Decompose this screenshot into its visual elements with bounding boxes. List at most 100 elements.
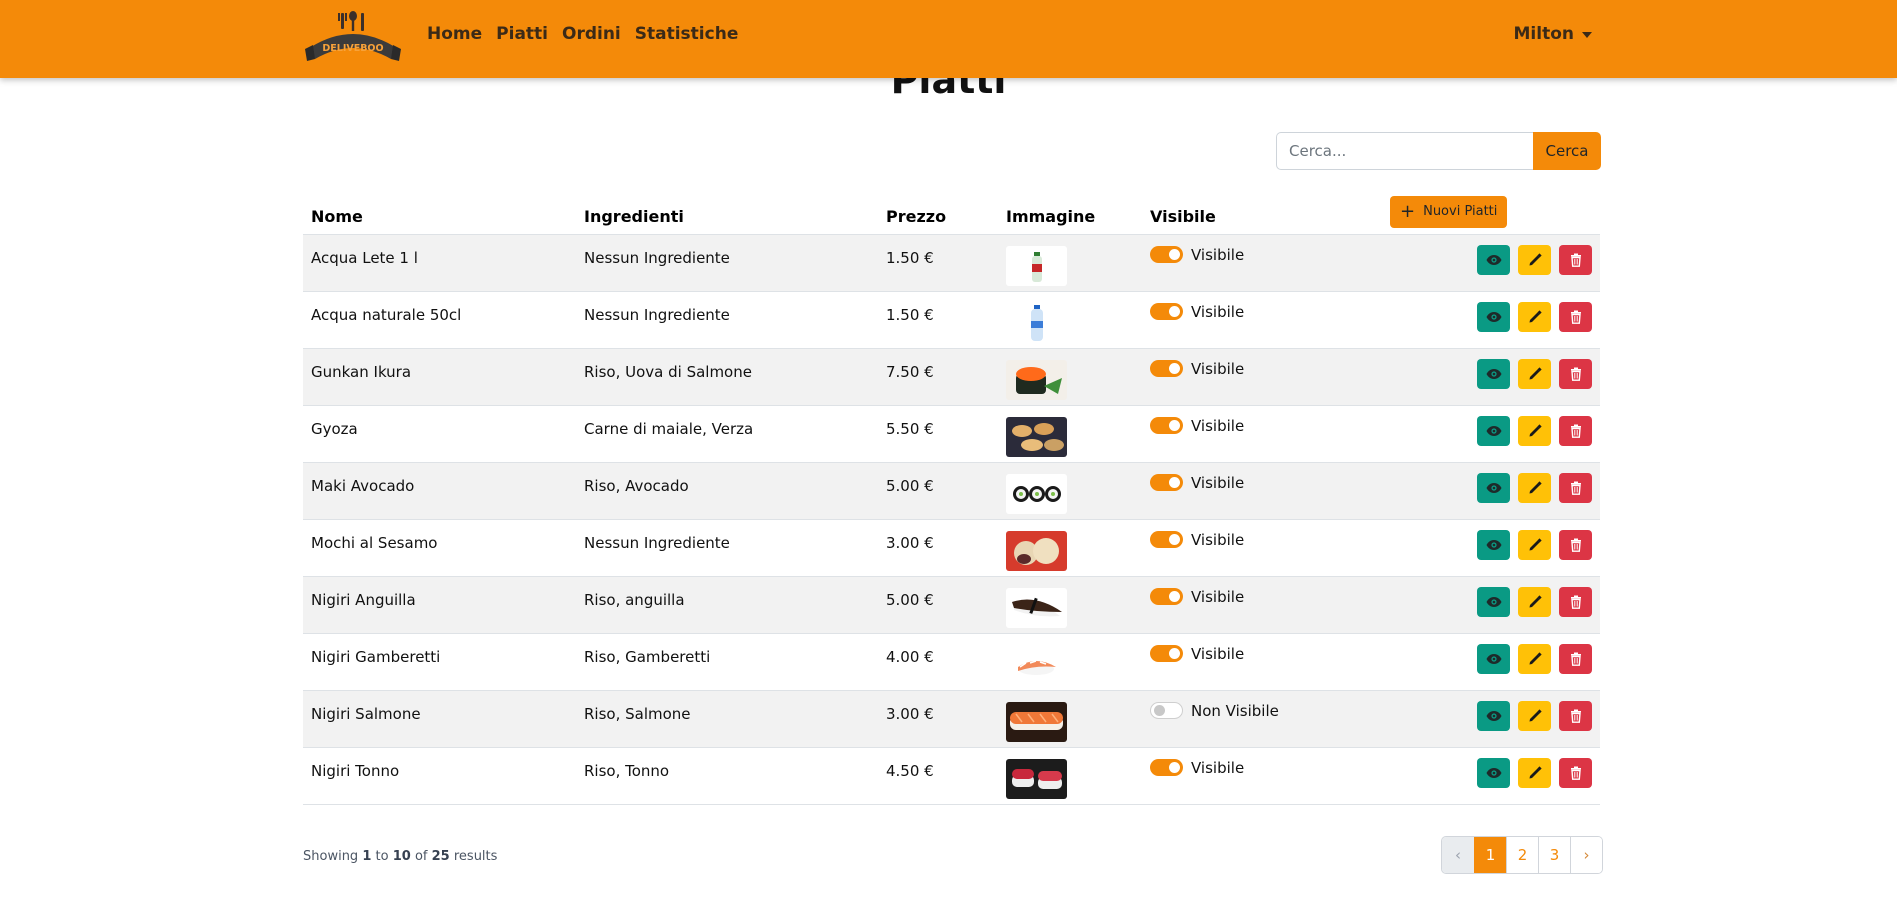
- visibility-switch[interactable]: [1150, 303, 1183, 320]
- visibility-switch[interactable]: [1150, 531, 1183, 548]
- trash-icon: [1570, 310, 1581, 324]
- delete-button[interactable]: [1559, 757, 1592, 788]
- visibility-switch[interactable]: [1150, 702, 1183, 719]
- results-summary: Showing 1 to 10 of 25 results: [303, 849, 497, 864]
- dish-ingredients: Carne di maiale, Verza: [576, 405, 878, 463]
- dish-actions: [1382, 291, 1600, 349]
- delete-button[interactable]: [1559, 415, 1592, 446]
- switch-knob: [1169, 762, 1180, 773]
- switch-knob: [1169, 306, 1180, 317]
- edit-button[interactable]: [1518, 301, 1551, 332]
- dish-image-cell: [998, 690, 1142, 748]
- view-button[interactable]: [1477, 301, 1510, 332]
- edit-button[interactable]: [1518, 415, 1551, 446]
- dish-ingredients: Riso, Avocado: [576, 462, 878, 520]
- nav-home[interactable]: Home: [427, 24, 482, 44]
- dish-visibility-cell: Visibile: [1142, 462, 1382, 520]
- dish-price: 3.00 €: [878, 690, 998, 748]
- dish-name: Nigiri Anguilla: [303, 576, 576, 634]
- eye-icon: [1486, 311, 1501, 322]
- dish-name: Gyoza: [303, 405, 576, 463]
- dish-visibility-cell: Non Visibile: [1142, 690, 1382, 748]
- view-button[interactable]: [1477, 244, 1510, 275]
- delete-button[interactable]: [1559, 643, 1592, 674]
- dish-image-cell: [998, 291, 1142, 349]
- visibility-switch[interactable]: [1150, 759, 1183, 776]
- view-button[interactable]: [1477, 586, 1510, 617]
- visibility-toggle-group: Visibile: [1150, 303, 1374, 321]
- view-button[interactable]: [1477, 700, 1510, 731]
- delete-button[interactable]: [1559, 301, 1592, 332]
- delete-button[interactable]: [1559, 529, 1592, 560]
- dish-thumbnail: [1006, 758, 1067, 799]
- visibility-switch[interactable]: [1150, 474, 1183, 491]
- view-button[interactable]: [1477, 358, 1510, 389]
- visibility-switch[interactable]: [1150, 246, 1183, 263]
- edit-button[interactable]: [1518, 586, 1551, 617]
- switch-knob: [1154, 705, 1165, 716]
- view-button[interactable]: [1477, 529, 1510, 560]
- delete-button[interactable]: [1559, 700, 1592, 731]
- pagination-next[interactable]: ›: [1570, 837, 1602, 873]
- edit-button[interactable]: [1518, 757, 1551, 788]
- dish-thumbnail: [1006, 644, 1067, 685]
- visibility-label: Visibile: [1191, 245, 1245, 264]
- dish-name: Acqua Lete 1 l: [303, 234, 576, 292]
- delete-button[interactable]: [1559, 586, 1592, 617]
- dish-name: Mochi al Sesamo: [303, 519, 576, 577]
- dish-thumbnail: [1006, 530, 1067, 571]
- pagination-page-1[interactable]: 1: [1474, 837, 1506, 873]
- pencil-icon: [1529, 537, 1542, 550]
- results-from: 1: [362, 849, 372, 864]
- pencil-icon: [1529, 309, 1542, 322]
- edit-button[interactable]: [1518, 643, 1551, 674]
- dish-ingredients: Nessun Ingrediente: [576, 234, 878, 292]
- results-to: 10: [392, 849, 411, 864]
- nav-ordini[interactable]: Ordini: [562, 24, 621, 44]
- table-row: Acqua Lete 1 l Nessun Ingrediente 1.50 €…: [303, 234, 1600, 292]
- user-dropdown[interactable]: Milton: [1514, 24, 1592, 44]
- edit-button[interactable]: [1518, 358, 1551, 389]
- visibility-switch[interactable]: [1150, 588, 1183, 605]
- pagination-prev[interactable]: ‹: [1442, 837, 1474, 873]
- dish-image-cell: [998, 405, 1142, 463]
- visibility-switch[interactable]: [1150, 360, 1183, 377]
- visibility-label: Visibile: [1191, 416, 1245, 435]
- visibility-label: Visibile: [1191, 302, 1245, 321]
- nav-statistiche[interactable]: Statistiche: [635, 24, 739, 44]
- visibility-label: Visibile: [1191, 644, 1245, 663]
- dish-ingredients: Riso, Gamberetti: [576, 633, 878, 691]
- dish-image-cell: [998, 519, 1142, 577]
- delete-button[interactable]: [1559, 244, 1592, 275]
- pagination-page-3[interactable]: 3: [1538, 837, 1570, 873]
- dish-visibility-cell: Visibile: [1142, 291, 1382, 349]
- edit-button[interactable]: [1518, 529, 1551, 560]
- visibility-switch[interactable]: [1150, 645, 1183, 662]
- dish-actions: [1382, 405, 1600, 463]
- delete-button[interactable]: [1559, 358, 1592, 389]
- view-button[interactable]: [1477, 757, 1510, 788]
- new-dish-button[interactable]: + Nuovi Piatti: [1390, 195, 1508, 228]
- dish-actions: [1382, 462, 1600, 520]
- edit-button[interactable]: [1518, 472, 1551, 503]
- edit-button[interactable]: [1518, 700, 1551, 731]
- search-input[interactable]: [1276, 132, 1533, 170]
- search-button[interactable]: Cerca: [1533, 132, 1601, 170]
- eye-icon: [1486, 653, 1501, 664]
- view-button[interactable]: [1477, 472, 1510, 503]
- edit-button[interactable]: [1518, 244, 1551, 275]
- dish-actions: [1382, 519, 1600, 577]
- dish-price: 4.50 €: [878, 747, 998, 805]
- pagination-page-2[interactable]: 2: [1506, 837, 1538, 873]
- logo-text: DELIVEBOO: [322, 43, 383, 54]
- deliveboo-logo[interactable]: DELIVEBOO: [303, 9, 403, 65]
- visibility-switch[interactable]: [1150, 417, 1183, 434]
- switch-knob: [1169, 591, 1180, 602]
- view-button[interactable]: [1477, 415, 1510, 446]
- dish-visibility-cell: Visibile: [1142, 747, 1382, 805]
- delete-button[interactable]: [1559, 472, 1592, 503]
- pencil-icon: [1529, 708, 1542, 721]
- nav-piatti[interactable]: Piatti: [496, 24, 548, 44]
- dish-visibility-cell: Visibile: [1142, 348, 1382, 406]
- view-button[interactable]: [1477, 643, 1510, 674]
